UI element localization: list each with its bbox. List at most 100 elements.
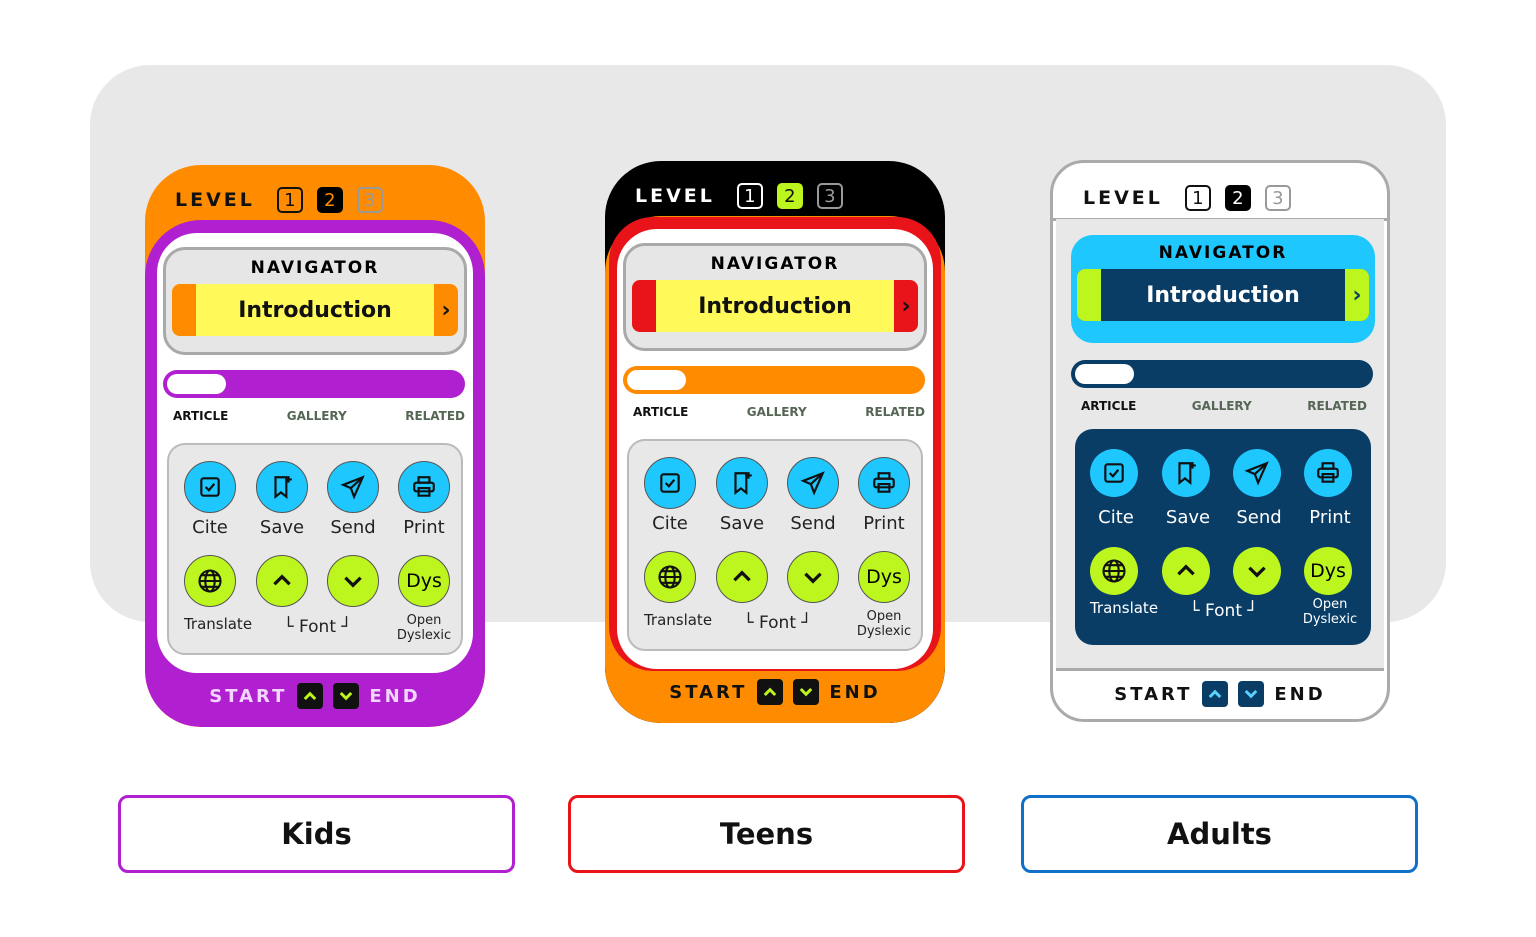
scroll-to-end-button[interactable] — [793, 679, 820, 705]
open-dyslexic-label: Open Dyslexic — [856, 609, 912, 639]
cite-icon[interactable] — [1090, 449, 1138, 497]
translate-label: Translate — [183, 615, 253, 633]
level-2-button[interactable]: 2 — [776, 183, 803, 209]
section-selector[interactable]: Introduction › — [172, 284, 458, 336]
print-icon[interactable] — [398, 461, 450, 513]
progress-bar[interactable] — [1071, 360, 1373, 388]
end-label: END — [1274, 683, 1326, 705]
font-increase-icon[interactable] — [256, 555, 308, 607]
translate-label: Translate — [643, 611, 713, 629]
start-label: START — [1114, 683, 1193, 705]
level-1-button[interactable]: 1 — [276, 187, 303, 213]
level-label: LEVEL — [635, 185, 715, 207]
scroll-to-start-button[interactable] — [297, 683, 324, 709]
level-2-button[interactable]: 2 — [316, 187, 343, 213]
tab-related[interactable]: RELATED — [1307, 399, 1367, 413]
cite-icon[interactable] — [644, 457, 696, 509]
footer-nav: START END — [605, 679, 945, 705]
font-increase-icon[interactable] — [1162, 547, 1210, 595]
translate-icon[interactable] — [1090, 547, 1138, 595]
progress-thumb[interactable] — [627, 370, 686, 390]
translate-icon[interactable] — [644, 551, 696, 603]
end-label: END — [369, 685, 421, 707]
audience-label-kids: Kids — [118, 795, 515, 873]
navigator-title: NAVIGATOR — [250, 258, 380, 278]
level-3-button[interactable]: 3 — [356, 187, 383, 213]
progress-thumb[interactable] — [1075, 364, 1134, 384]
next-section-chevron-icon[interactable]: › — [1345, 269, 1369, 321]
open-dyslexic-label: Open Dyslexic — [1302, 597, 1358, 627]
translate-label: Translate — [1089, 599, 1159, 617]
level-3-button[interactable]: 3 — [816, 183, 843, 209]
cite-icon[interactable] — [184, 461, 236, 513]
print-label: Print — [1309, 507, 1351, 528]
navigator-card: LEVEL 1 2 3 NAVIGATOR Introduction › ARTICL… — [1050, 160, 1390, 722]
navigator-title: NAVIGATOR — [710, 254, 840, 274]
open-dyslexic-icon[interactable]: Dys — [398, 555, 450, 607]
level-label: LEVEL — [1083, 187, 1163, 209]
section-title: Introduction — [238, 297, 392, 323]
section-selector[interactable]: Introduction › — [1077, 269, 1369, 321]
font-decrease-icon[interactable] — [787, 551, 839, 603]
print-icon[interactable] — [1304, 449, 1352, 497]
audience-label-teens: Teens — [568, 795, 965, 873]
tab-gallery[interactable]: GALLERY — [1192, 399, 1252, 413]
tab-gallery[interactable]: GALLERY — [287, 409, 347, 423]
navigator-panel: NAVIGATOR Introduction › — [623, 243, 927, 351]
scroll-to-start-button[interactable] — [757, 679, 784, 705]
tools-panel: Cite Save Send Print Dys Translate └ Font … — [1075, 429, 1371, 645]
progress-bar[interactable] — [163, 370, 465, 398]
footer-nav: START END — [145, 683, 485, 709]
progress-bar[interactable] — [623, 366, 925, 394]
translate-icon[interactable] — [184, 555, 236, 607]
open-dyslexic-label: Open Dyslexic — [396, 613, 452, 643]
navigator-card: LEVEL 1 2 3 NAVIGATOR Introduction › ARTICL… — [605, 161, 945, 723]
tools-panel: Cite Save Send Print Dys Translate └ Font … — [627, 439, 923, 651]
scroll-to-end-button[interactable] — [333, 683, 360, 709]
send-icon[interactable] — [787, 457, 839, 509]
font-decrease-icon[interactable] — [327, 555, 379, 607]
send-icon[interactable] — [1233, 449, 1281, 497]
tab-related[interactable]: RELATED — [865, 405, 925, 419]
font-label: └ Font ┘ — [743, 613, 812, 633]
print-label: Print — [403, 517, 445, 538]
tab-article[interactable]: ARTICLE — [173, 409, 228, 423]
save-icon[interactable] — [716, 457, 768, 509]
font-decrease-icon[interactable] — [1233, 547, 1281, 595]
tab-article[interactable]: ARTICLE — [633, 405, 688, 419]
level-label: LEVEL — [175, 189, 255, 211]
level-3-button[interactable]: 3 — [1264, 185, 1291, 211]
font-increase-icon[interactable] — [716, 551, 768, 603]
next-section-chevron-icon[interactable]: › — [894, 280, 918, 332]
save-icon[interactable] — [256, 461, 308, 513]
level-2-button[interactable]: 2 — [1224, 185, 1251, 211]
level-1-button[interactable]: 1 — [736, 183, 763, 209]
section-title: Introduction — [1146, 282, 1300, 308]
progress-thumb[interactable] — [167, 374, 226, 394]
start-label: START — [669, 681, 748, 703]
tools-panel: Cite Save Send Print Dys Translate └ Font … — [167, 443, 463, 655]
section-title: Introduction — [698, 293, 852, 319]
open-dyslexic-icon[interactable]: Dys — [858, 551, 910, 603]
send-icon[interactable] — [327, 461, 379, 513]
start-label: START — [209, 685, 288, 707]
end-label: END — [829, 681, 881, 703]
tab-gallery[interactable]: GALLERY — [747, 405, 807, 419]
footer-nav: START END — [1053, 681, 1387, 707]
save-icon[interactable] — [1162, 449, 1210, 497]
navigator-panel: NAVIGATOR Introduction › — [1071, 235, 1375, 343]
navigator-title: NAVIGATOR — [1158, 243, 1288, 263]
navigator-panel: NAVIGATOR Introduction › — [163, 247, 467, 355]
scroll-to-end-button[interactable] — [1238, 681, 1265, 707]
font-label: └ Font ┘ — [1189, 601, 1258, 621]
print-icon[interactable] — [858, 457, 910, 509]
section-selector[interactable]: Introduction › — [632, 280, 918, 332]
tab-related[interactable]: RELATED — [405, 409, 465, 423]
open-dyslexic-icon[interactable]: Dys — [1304, 547, 1352, 595]
scroll-to-start-button[interactable] — [1202, 681, 1229, 707]
level-1-button[interactable]: 1 — [1184, 185, 1211, 211]
next-section-chevron-icon[interactable]: › — [434, 284, 458, 336]
tab-article[interactable]: ARTICLE — [1081, 399, 1136, 413]
print-label: Print — [863, 513, 905, 534]
font-label: └ Font ┘ — [283, 617, 352, 637]
